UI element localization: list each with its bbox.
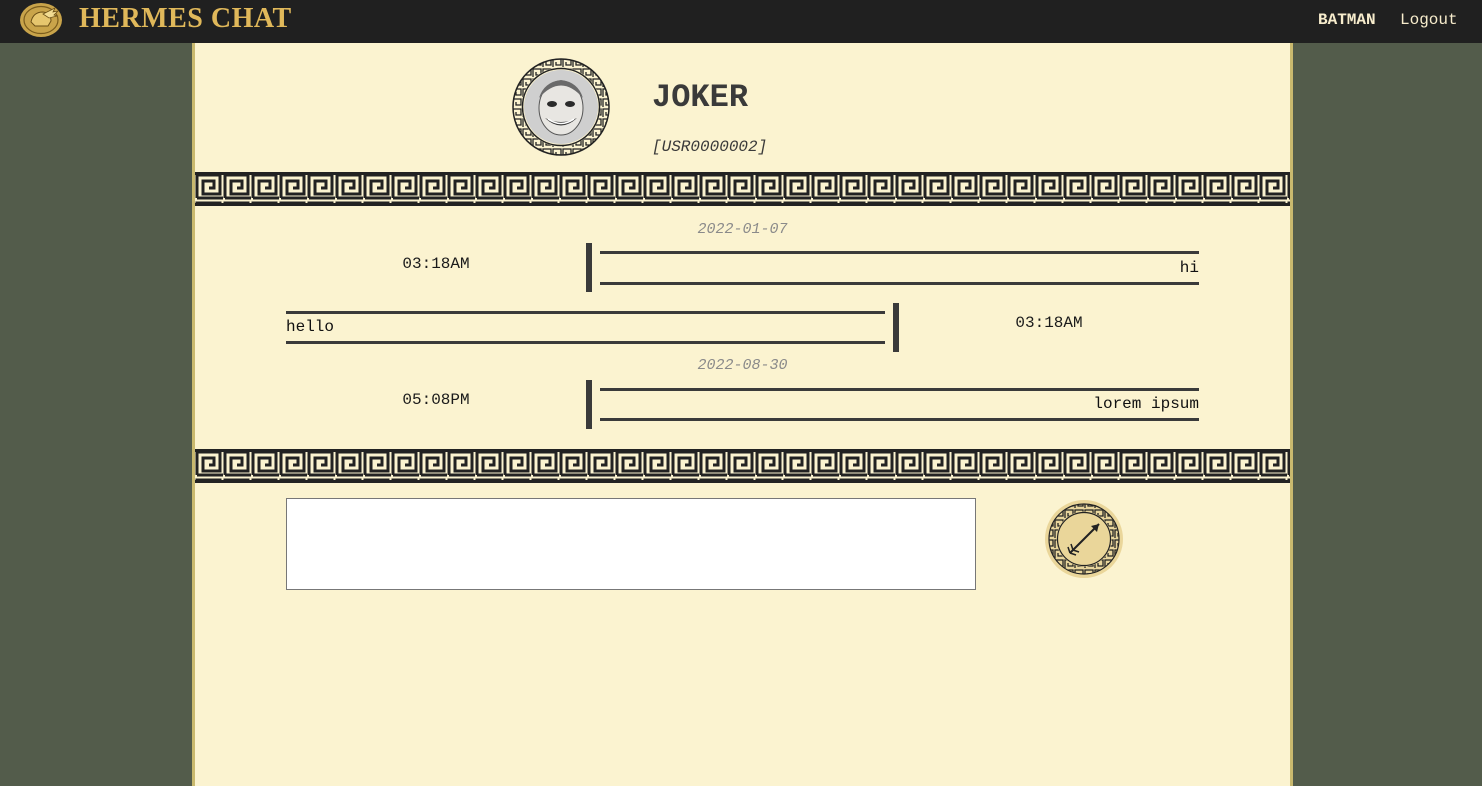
incoming-message: hi [600, 251, 1199, 285]
current-user-name: BATMAN [1318, 11, 1376, 29]
message-time: 03:18AM [402, 255, 470, 273]
date-separator: 2022-08-30 [697, 357, 788, 374]
message-divider [586, 243, 592, 292]
incoming-message: lorem ipsum [600, 388, 1199, 421]
outgoing-message: hello [286, 311, 885, 344]
greek-key-divider-bottom [195, 449, 1290, 483]
date-separator: 2022-01-07 [697, 221, 788, 238]
message-time: 03:18AM [1015, 314, 1083, 332]
app-title[interactable]: HERMES CHAT [79, 3, 292, 35]
message-input[interactable] [286, 498, 976, 590]
chat-panel: JOKER [USR0000002] 2022-01-07 03:18AM hi… [192, 43, 1293, 786]
contact-name: JOKER [652, 79, 749, 116]
message-divider [586, 380, 592, 429]
contact-avatar [512, 58, 610, 156]
logout-link[interactable]: Logout [1400, 11, 1458, 29]
greek-key-divider-top [195, 172, 1290, 206]
top-navbar: HERMES CHAT BATMAN Logout [0, 0, 1482, 43]
contact-id: [USR0000002] [652, 138, 768, 156]
winged-helmet-icon[interactable] [19, 2, 63, 38]
message-time: 05:08PM [402, 391, 470, 409]
arrow-send-icon[interactable] [1044, 499, 1124, 579]
